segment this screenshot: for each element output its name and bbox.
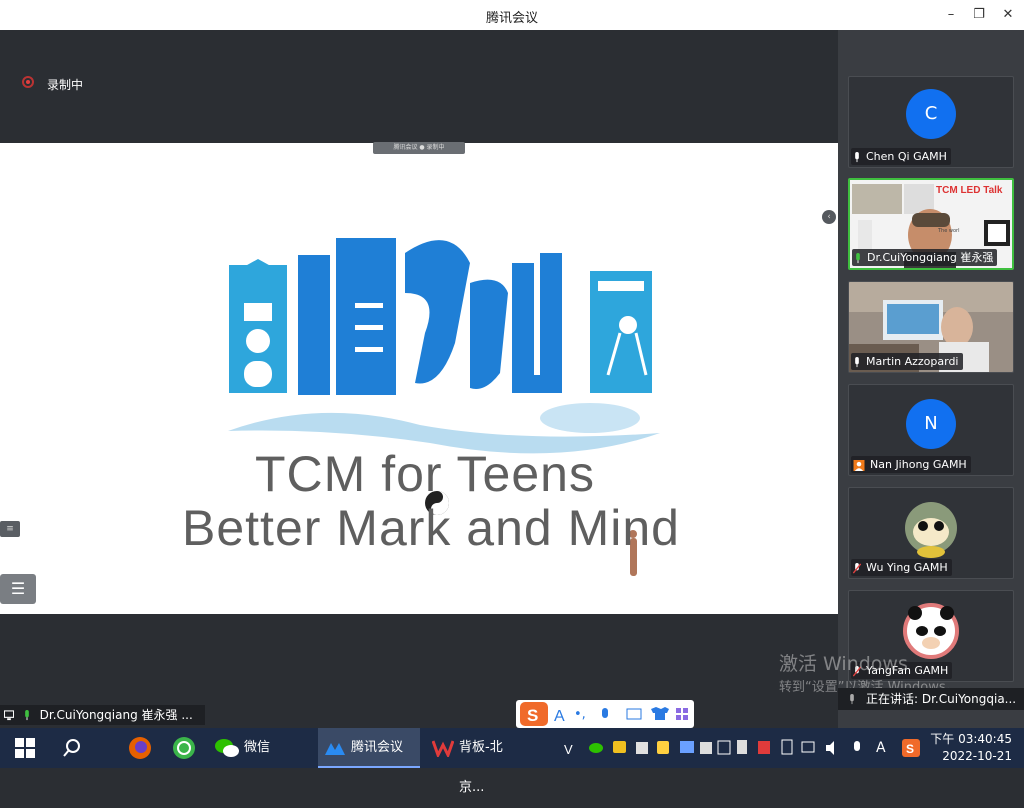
svg-text:S: S: [906, 742, 914, 756]
talking-label: 正在讲话: Dr.CuiYongqia...: [866, 692, 1017, 706]
svg-text:S: S: [527, 706, 538, 725]
participant-tile[interactable]: Wu Ying GAMH: [848, 487, 1014, 579]
list-toggle-icon[interactable]: ≡: [0, 521, 20, 537]
close-button[interactable]: ✕: [994, 0, 1022, 30]
participant-tile-active[interactable]: TCM LED Talk The worl Dr.CuiYongqiang 崔永…: [848, 178, 1014, 270]
share-status-tag: 腾讯会议 ● 录制中: [373, 142, 465, 154]
taskbar-wechat-label: 微信: [244, 740, 271, 755]
participant-tile[interactable]: Martin Azzopardi: [848, 281, 1014, 373]
mic-icon: [855, 356, 859, 367]
talking-indicator: 正在讲话: Dr.CuiYongqia...: [838, 688, 1024, 710]
recording-icon: [22, 76, 34, 88]
slide-title-line2: Better Mark and Mind: [182, 500, 680, 556]
svg-text:TCM LED Talk: TCM LED Talk: [936, 185, 1003, 196]
wps-icon: [432, 740, 454, 757]
shared-screen: TCM for Teens Better Mark and Mind: [0, 143, 838, 614]
tencent-meeting-icon: [325, 743, 345, 755]
slide-title-line1: TCM for Teens: [255, 446, 595, 502]
participant-name: Martin Azzopardi: [851, 353, 963, 370]
active-speaker-label: Dr.CuiYongqiang 崔永强 ...: [0, 705, 205, 725]
svg-text:The worl: The worl: [937, 228, 959, 234]
mic-active-icon: [856, 252, 860, 263]
panda-avatar-icon: [903, 603, 959, 659]
avatar: C: [906, 89, 956, 139]
restore-button[interactable]: ❐: [965, 0, 993, 30]
taskbar: 微信 腾讯会议 背板-北京... V A S 下午 03:40:45 2022-…: [0, 728, 1024, 795]
participant-name: Nan Jihong GAMH: [851, 456, 971, 473]
svg-text:•,: •,: [574, 707, 586, 722]
collapse-panel-button[interactable]: ‹: [822, 210, 836, 224]
svg-text:A: A: [554, 708, 565, 725]
active-speaker-name: Dr.CuiYongqiang 崔永强 ...: [39, 708, 193, 722]
dog-avatar-icon: [905, 502, 957, 558]
avatar: N: [906, 399, 956, 449]
system-clock[interactable]: 下午 03:40:45 2022-10-21: [930, 731, 1012, 765]
mic-icon: [855, 151, 859, 162]
clock-date: 2022-10-21: [942, 749, 1012, 763]
taskbar-wps[interactable]: 背板-北京...: [426, 728, 526, 795]
participant-name: Chen Qi GAMH: [851, 148, 951, 165]
participant-name: Wu Ying GAMH: [851, 559, 952, 576]
search-icon[interactable]: [62, 738, 82, 758]
participant-name: Dr.CuiYongqiang 崔永强: [852, 249, 998, 266]
title-bar: 腾讯会议 – ❐ ✕: [0, 0, 1024, 30]
taskbar-wechat[interactable]: 微信: [212, 728, 306, 768]
ime-icons: S A •,: [520, 702, 688, 726]
firefox-icon[interactable]: [128, 736, 152, 760]
mic-icon: [24, 710, 29, 721]
menu-list-button[interactable]: ☰: [0, 574, 36, 604]
wechat-icon: [215, 739, 239, 757]
minimize-button[interactable]: –: [937, 0, 965, 30]
ime-indicator[interactable]: A: [876, 728, 886, 768]
participant-tile[interactable]: N Nan Jihong GAMH: [848, 384, 1014, 476]
system-tray-icons[interactable]: V: [560, 728, 890, 768]
person-icon: [853, 459, 865, 471]
taskbar-wps-label: 背板-北京...: [459, 740, 503, 795]
mic-muted-icon: [853, 562, 861, 574]
screen-share-icon: [4, 710, 14, 721]
browser-360-icon[interactable]: [172, 736, 196, 760]
window-title: 腾讯会议: [485, 11, 538, 26]
activation-watermark-title: 激活 Windows: [779, 653, 908, 675]
svg-text:V: V: [564, 742, 573, 757]
meeting-stage: 录制中 TCM for Teens Better Mark and Mind 腾…: [0, 30, 838, 728]
windows-start-icon[interactable]: [15, 738, 35, 758]
sogou-ime-icon[interactable]: S: [902, 739, 920, 757]
ime-toolbar[interactable]: S A •,: [516, 700, 694, 728]
recording-label: 录制中: [47, 78, 84, 92]
taskbar-tencent-meeting[interactable]: 腾讯会议: [318, 728, 420, 768]
clock-time: 下午 03:40:45: [930, 732, 1012, 746]
participant-tile[interactable]: C Chen Qi GAMH: [848, 76, 1014, 168]
taskbar-meeting-label: 腾讯会议: [351, 740, 404, 755]
mic-icon: [850, 694, 854, 705]
